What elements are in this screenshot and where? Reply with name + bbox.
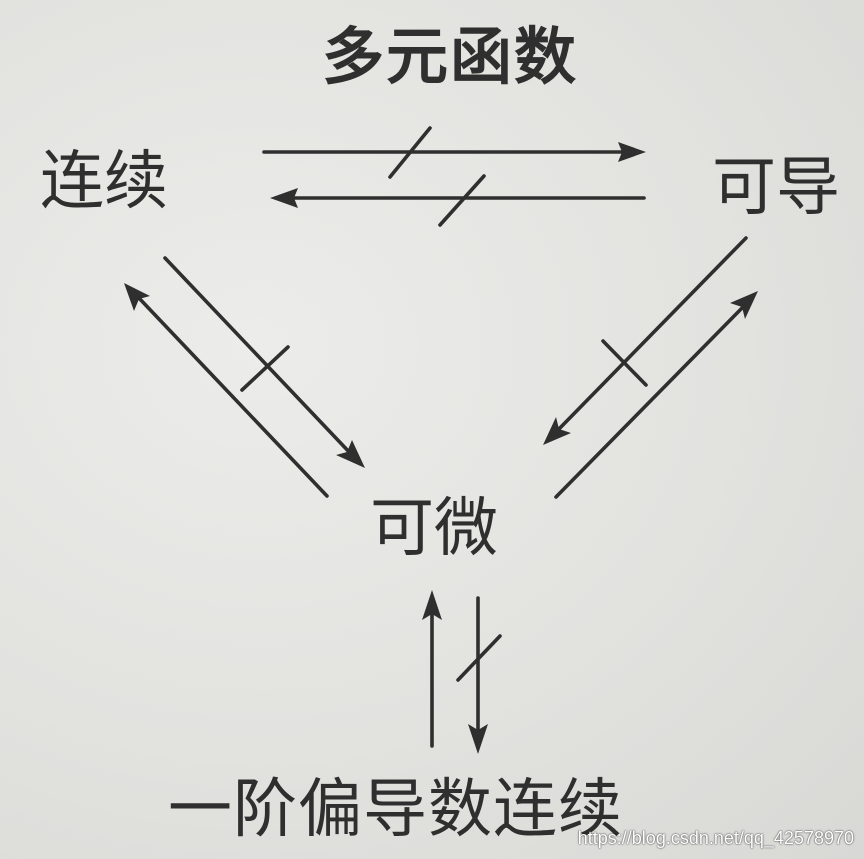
arrow-differentiable-to-derivable bbox=[554, 291, 758, 499]
implication-diagram bbox=[124, 126, 758, 754]
arrow-differentiable-to-partials bbox=[456, 596, 502, 754]
diagram-title: 多元函数 bbox=[322, 20, 579, 93]
node-derivable: 可导 bbox=[712, 151, 840, 225]
node-partials-continuous: 一阶偏导数连续 bbox=[168, 773, 623, 847]
arrow-continuous-to-derivable bbox=[262, 126, 646, 179]
watermark-url: https://blog.csdn.net/qq_42578970 bbox=[577, 828, 854, 848]
arrow-continuous-to-differentiable bbox=[163, 256, 365, 468]
arrow-partials-to-differentiable bbox=[422, 590, 442, 748]
negation-slash bbox=[240, 345, 290, 392]
negation-slash bbox=[438, 174, 486, 227]
arrow-derivable-to-continuous bbox=[270, 174, 646, 227]
arrow-derivable-to-differentiable bbox=[543, 236, 748, 445]
node-continuous: 连续 bbox=[40, 145, 168, 219]
arrow-differentiable-to-continuous bbox=[124, 283, 329, 498]
node-differentiable: 可微 bbox=[370, 492, 498, 566]
